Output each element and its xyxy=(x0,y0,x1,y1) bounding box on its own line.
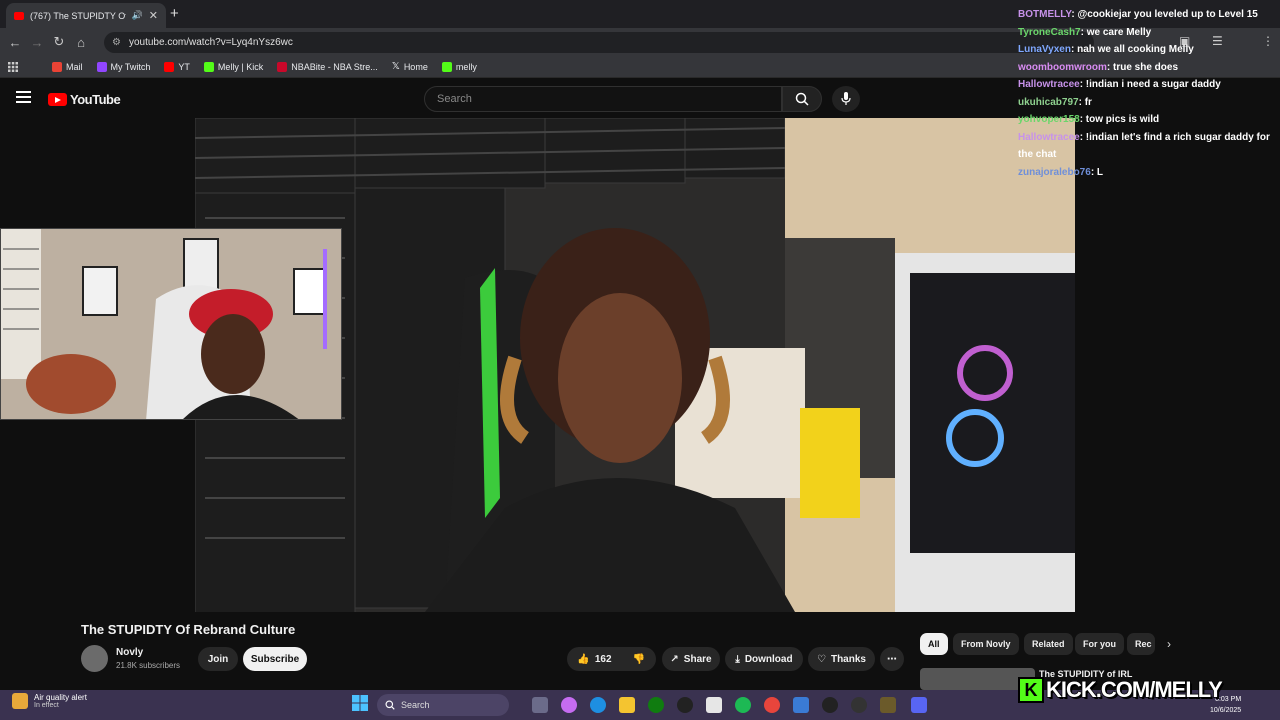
search-button[interactable] xyxy=(782,86,822,112)
gmail-icon xyxy=(52,61,62,72)
dislike-button[interactable]: 👎 xyxy=(622,647,656,671)
like-button[interactable]: 👍 162 xyxy=(567,647,622,671)
chip-related[interactable]: Related xyxy=(1024,633,1073,655)
channel-avatar[interactable] xyxy=(81,645,108,672)
chrome-icon[interactable] xyxy=(764,697,780,713)
youtube-favicon-icon xyxy=(14,11,24,20)
address-bar[interactable]: ⚙ youtube.com/watch?v=Lyq4nYsz6wc xyxy=(104,32,1094,53)
edge-icon[interactable] xyxy=(590,697,606,713)
copilot-icon[interactable] xyxy=(561,697,577,713)
chip-recent[interactable]: Rec xyxy=(1127,633,1155,655)
spotify-icon[interactable] xyxy=(735,697,751,713)
search-input[interactable]: Search xyxy=(424,86,782,112)
youtube-logo[interactable]: YouTube xyxy=(48,92,121,107)
taskbar-search[interactable]: Search xyxy=(377,694,509,716)
chat-message: BOTMELLY: @cookiejar you leveled up to L… xyxy=(1018,9,1258,20)
discord-icon[interactable] xyxy=(911,697,927,713)
close-tab-icon[interactable]: ✕ xyxy=(149,9,158,22)
subscribe-button[interactable]: Subscribe xyxy=(243,647,307,671)
speaker-icon[interactable]: 🔊 xyxy=(132,10,143,21)
join-button[interactable]: Join xyxy=(198,647,238,671)
chat-message: woomboomwroom: true she does xyxy=(1018,61,1179,73)
home-icon[interactable]: ⌂ xyxy=(70,35,92,50)
bookmark-home[interactable]: 𝕏 Home xyxy=(392,61,428,72)
apps-icon[interactable] xyxy=(8,61,18,72)
weather-widget[interactable]: Air quality alert In effect xyxy=(12,693,87,709)
thanks-button[interactable]: ♡ Thanks xyxy=(808,647,875,671)
nba-icon xyxy=(277,61,288,72)
url-text: youtube.com/watch?v=Lyq4nYsz6wc xyxy=(128,37,293,48)
bookmark-melly[interactable]: melly xyxy=(441,61,477,72)
facecam-image xyxy=(1,229,341,419)
bookmark-yt[interactable]: YT xyxy=(164,61,190,72)
bookmark-my-twitch[interactable]: My Twitch xyxy=(96,61,150,72)
back-icon[interactable]: ← xyxy=(4,35,26,50)
search-icon xyxy=(385,700,395,710)
site-info-icon[interactable]: ⚙ xyxy=(112,37,121,48)
media-player-icon[interactable] xyxy=(822,697,838,713)
steam-icon[interactable] xyxy=(677,697,693,713)
kick-watermark: K KICK.COM/MELLY xyxy=(1018,676,1224,704)
stream-chat-overlay: BOTMELLY: @cookiejar you leveled up to L… xyxy=(1010,0,1280,200)
tab-title: (767) The STUPIDTY Of Rebr xyxy=(30,10,126,21)
kick-logo-icon: K xyxy=(1018,677,1044,703)
bookmark-mail[interactable]: Mail xyxy=(52,61,83,72)
file-explorer-icon[interactable] xyxy=(619,697,635,713)
chat-message: TyroneCash7: we care Melly xyxy=(1018,26,1152,38)
bookmark-melly-kick[interactable]: Melly | Kick xyxy=(203,61,263,72)
task-view-icon[interactable] xyxy=(532,697,548,713)
thumbs-up-icon: 👍 xyxy=(577,653,590,665)
air-quality-icon xyxy=(12,693,28,709)
like-count: 162 xyxy=(594,653,612,665)
chip-from-novly[interactable]: From Novly xyxy=(953,633,1019,655)
facecam-overlay xyxy=(0,228,342,420)
chip-all[interactable]: All xyxy=(920,633,948,655)
xbox-icon[interactable] xyxy=(648,697,664,713)
chip-for-you[interactable]: For you xyxy=(1075,633,1124,655)
app-icon[interactable] xyxy=(851,697,867,713)
bookmark-nbabite[interactable]: NBABite - NBA Stre... xyxy=(277,61,378,72)
voice-search-button[interactable] xyxy=(832,86,860,112)
x-icon: 𝕏 xyxy=(391,61,400,72)
store-icon[interactable] xyxy=(706,697,722,713)
chat-message: Hallowtracee: !indian let's find a rich … xyxy=(1018,131,1270,161)
chevron-right-icon[interactable]: › xyxy=(1167,637,1171,651)
hamburger-menu-icon[interactable] xyxy=(16,91,31,106)
channel-name[interactable]: Novly xyxy=(116,647,143,658)
twitch-icon xyxy=(96,61,107,72)
obs-icon[interactable] xyxy=(880,697,896,713)
search-icon xyxy=(795,92,809,106)
chat-message: ukuhicab797: fr xyxy=(1018,96,1092,108)
video-title: The STUPIDTY Of Rebrand Culture xyxy=(81,622,296,637)
photos-icon[interactable] xyxy=(793,697,809,713)
download-icon: ⤓ xyxy=(735,653,740,665)
windows-start-icon[interactable] xyxy=(352,695,368,716)
forward-icon[interactable]: → xyxy=(26,35,48,50)
reload-icon[interactable]: ↻ xyxy=(48,34,70,50)
thumbs-down-icon: 👎 xyxy=(632,653,646,665)
chat-message: zunajoralebo76: L xyxy=(1018,166,1104,178)
share-button[interactable]: ↗ Share xyxy=(662,647,720,671)
kick-icon xyxy=(203,61,214,72)
chat-message: LunaVyxen: nah we all cooking Melly xyxy=(1018,44,1194,55)
chat-message: yohvoper158: tow pics is wild xyxy=(1018,114,1160,125)
microphone-icon xyxy=(841,92,851,105)
youtube-icon xyxy=(164,61,175,72)
subscriber-count: 21.8K subscribers xyxy=(116,661,181,670)
kick-icon xyxy=(441,61,452,72)
chat-message: Hallowtracee: !indian i need a sugar dad… xyxy=(1018,79,1221,90)
thanks-icon: ♡ xyxy=(817,653,826,665)
download-button[interactable]: ⤓ Download xyxy=(725,647,803,671)
share-icon: ↗ xyxy=(670,653,679,665)
new-tab-button[interactable]: + xyxy=(170,5,179,22)
more-actions-icon[interactable]: ⋯ xyxy=(880,647,904,671)
browser-tab[interactable]: (767) The STUPIDTY Of Rebr 🔊 ✕ xyxy=(6,3,166,28)
youtube-play-icon xyxy=(48,93,67,106)
